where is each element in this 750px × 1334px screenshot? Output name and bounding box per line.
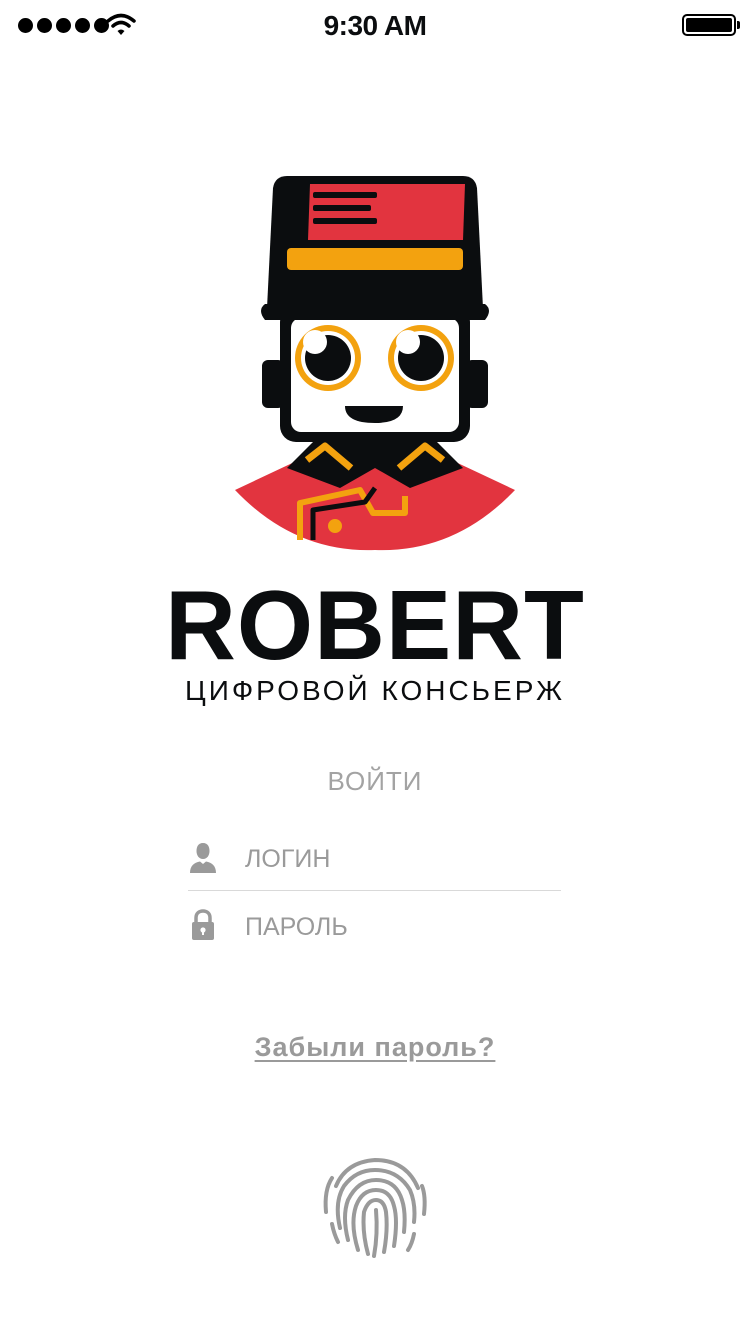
status-bar: 9:30 AM bbox=[0, 0, 750, 52]
bellhop-robot-logo bbox=[235, 176, 515, 551]
username-input[interactable] bbox=[245, 832, 545, 886]
login-heading: ВОЙТИ bbox=[327, 766, 423, 796]
brand-tagline: ЦИФРОВОЙ КОНСЬЕРЖ bbox=[185, 675, 565, 706]
login-field bbox=[188, 832, 561, 888]
password-field bbox=[188, 900, 561, 956]
field-divider bbox=[188, 890, 561, 891]
forgot-password-link[interactable]: Забыли пароль? bbox=[0, 1032, 750, 1063]
battery-icon bbox=[682, 14, 740, 36]
status-time: 9:30 AM bbox=[323, 10, 427, 41]
brand-name: ROBERT bbox=[165, 570, 585, 680]
lock-icon bbox=[192, 909, 214, 940]
fingerprint-icon[interactable] bbox=[318, 1150, 432, 1262]
user-icon bbox=[190, 843, 216, 873]
password-input[interactable] bbox=[245, 900, 545, 954]
